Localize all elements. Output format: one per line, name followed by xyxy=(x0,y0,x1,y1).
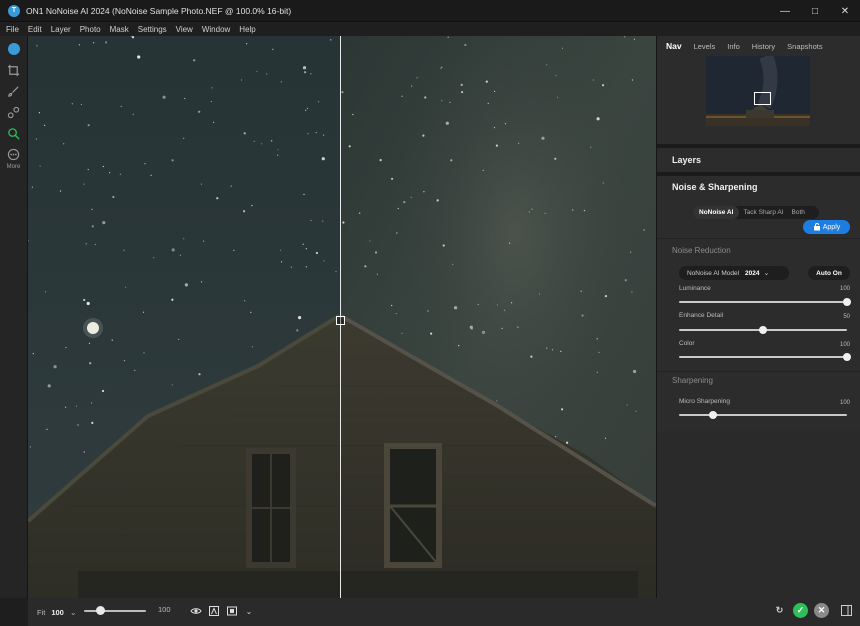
divider-handle[interactable] xyxy=(336,316,345,325)
model-label: NoNoise AI Model xyxy=(687,269,740,277)
window-controls: — □ ✕ xyxy=(770,0,860,22)
apply-label: Apply xyxy=(822,223,841,231)
luminance-value[interactable]: 100 xyxy=(840,286,850,292)
menu-window[interactable]: Window xyxy=(202,25,230,34)
menu-edit[interactable]: Edit xyxy=(28,25,42,34)
color-value[interactable]: 100 xyxy=(840,342,850,348)
auto-on-button[interactable]: Auto On xyxy=(808,266,850,280)
mode-both[interactable]: Both xyxy=(788,209,809,216)
menu-photo[interactable]: Photo xyxy=(80,25,101,34)
nonoise-logo-icon[interactable] xyxy=(6,41,22,57)
mode-nonoise-ai[interactable]: NoNoise AI xyxy=(693,206,740,219)
image-canvas[interactable] xyxy=(28,36,656,598)
crop-icon[interactable] xyxy=(6,62,22,78)
menu-settings[interactable]: Settings xyxy=(138,25,167,34)
menu-file[interactable]: File xyxy=(6,25,19,34)
cancel-button[interactable]: ✕ xyxy=(814,603,829,618)
panel-empty-area xyxy=(657,431,860,598)
toggle-panel-icon[interactable] xyxy=(839,603,854,618)
luminance-label: Luminance xyxy=(679,285,711,292)
tab-levels[interactable]: Levels xyxy=(694,42,716,54)
tab-nav[interactable]: Nav xyxy=(666,41,682,54)
menu-help[interactable]: Help xyxy=(239,25,255,34)
panel-divider xyxy=(657,172,860,176)
retouch-icon[interactable] xyxy=(6,104,22,120)
fit-button[interactable]: Fit xyxy=(37,608,45,617)
confirm-button[interactable]: ✓ xyxy=(793,603,808,618)
tab-snapshots[interactable]: Snapshots xyxy=(787,42,822,54)
window-title: ON1 NoNoise AI 2024 (NoNoise Sample Phot… xyxy=(26,5,292,16)
app-logo-icon: T xyxy=(8,4,20,17)
micro-sharpening-slider-knob[interactable] xyxy=(708,411,717,419)
enhance-detail-label: Enhance Detail xyxy=(679,312,724,319)
title-bar: T ON1 NoNoise AI 2024 (NoNoise Sample Ph… xyxy=(0,0,860,22)
panel-divider xyxy=(657,371,860,372)
micro-sharpening-label: Micro Sharpening xyxy=(679,398,730,405)
micro-sharpening-value[interactable]: 100 xyxy=(840,400,850,406)
zoom-icon[interactable] xyxy=(6,125,22,141)
view-options-dropdown-icon[interactable]: ⌄ xyxy=(243,605,255,617)
sharpening-header[interactable]: Sharpening xyxy=(672,376,713,385)
zoom-dropdown-icon[interactable]: ⌄ xyxy=(70,608,77,617)
enhance-detail-slider-knob[interactable] xyxy=(759,326,767,334)
chevron-down-icon: ⌄ xyxy=(763,270,770,277)
menu-layer[interactable]: Layer xyxy=(51,25,71,34)
maximize-button[interactable]: □ xyxy=(800,0,830,22)
tab-info[interactable]: Info xyxy=(727,42,740,54)
menu-bar: File Edit Layer Photo Mask Settings View… xyxy=(0,22,860,36)
reset-icon[interactable]: ↻ xyxy=(772,603,787,618)
apply-icon xyxy=(813,223,820,231)
enhance-detail-value[interactable]: 50 xyxy=(843,314,850,320)
navigator-viewport-box[interactable] xyxy=(754,92,771,105)
brush-icon[interactable] xyxy=(6,83,22,99)
luminance-slider[interactable] xyxy=(679,301,847,303)
nonoise-model-dropdown[interactable]: NoNoise AI Model 2024 ⌄ xyxy=(679,266,789,280)
compare-view-icon[interactable] xyxy=(208,605,220,617)
bottom-bar: Fit 100 ⌄ 100 ⌄ ↻ ✓ ✕ xyxy=(28,598,860,626)
zoom-slider[interactable] xyxy=(84,610,146,612)
mode-selector: NoNoise AI Tack Sharp AI Both xyxy=(693,206,819,219)
noise-sharpening-header[interactable]: Noise & Sharpening xyxy=(672,182,758,192)
navigator-thumbnail[interactable] xyxy=(706,56,810,126)
panel-tabs: Nav Levels Info History Snapshots xyxy=(657,38,860,54)
tab-history[interactable]: History xyxy=(752,42,775,54)
color-slider[interactable] xyxy=(679,356,847,358)
mask-view-icon[interactable] xyxy=(226,605,238,617)
layers-header[interactable]: Layers xyxy=(672,155,701,165)
color-slider-knob[interactable] xyxy=(843,353,851,361)
close-button[interactable]: ✕ xyxy=(830,0,860,22)
panel-divider xyxy=(657,238,860,239)
mode-tack-sharp-ai[interactable]: Tack Sharp AI xyxy=(739,209,787,216)
apply-button[interactable]: Apply xyxy=(803,220,850,234)
minimize-button[interactable]: — xyxy=(770,0,800,22)
action-buttons: ↻ ✓ ✕ xyxy=(766,603,854,618)
tool-bar: More xyxy=(0,36,28,598)
zoom-max-label: 100 xyxy=(158,605,171,614)
color-label: Color xyxy=(679,340,695,347)
luminance-slider-knob[interactable] xyxy=(843,298,851,306)
zoom-slider-knob[interactable] xyxy=(95,606,105,615)
noise-reduction-header[interactable]: Noise Reduction xyxy=(672,246,731,255)
model-value: 2024 xyxy=(745,269,760,277)
menu-mask[interactable]: Mask xyxy=(110,25,129,34)
menu-view[interactable]: View xyxy=(176,25,193,34)
zoom-value[interactable]: 100 xyxy=(51,608,64,617)
more-label: More xyxy=(6,164,21,170)
preview-eye-icon[interactable] xyxy=(190,605,202,617)
more-icon[interactable] xyxy=(6,146,22,162)
panel-divider xyxy=(657,144,860,148)
right-panel: Nav Levels Info History Snapshots Layers… xyxy=(656,36,860,598)
micro-sharpening-slider[interactable] xyxy=(679,414,847,416)
